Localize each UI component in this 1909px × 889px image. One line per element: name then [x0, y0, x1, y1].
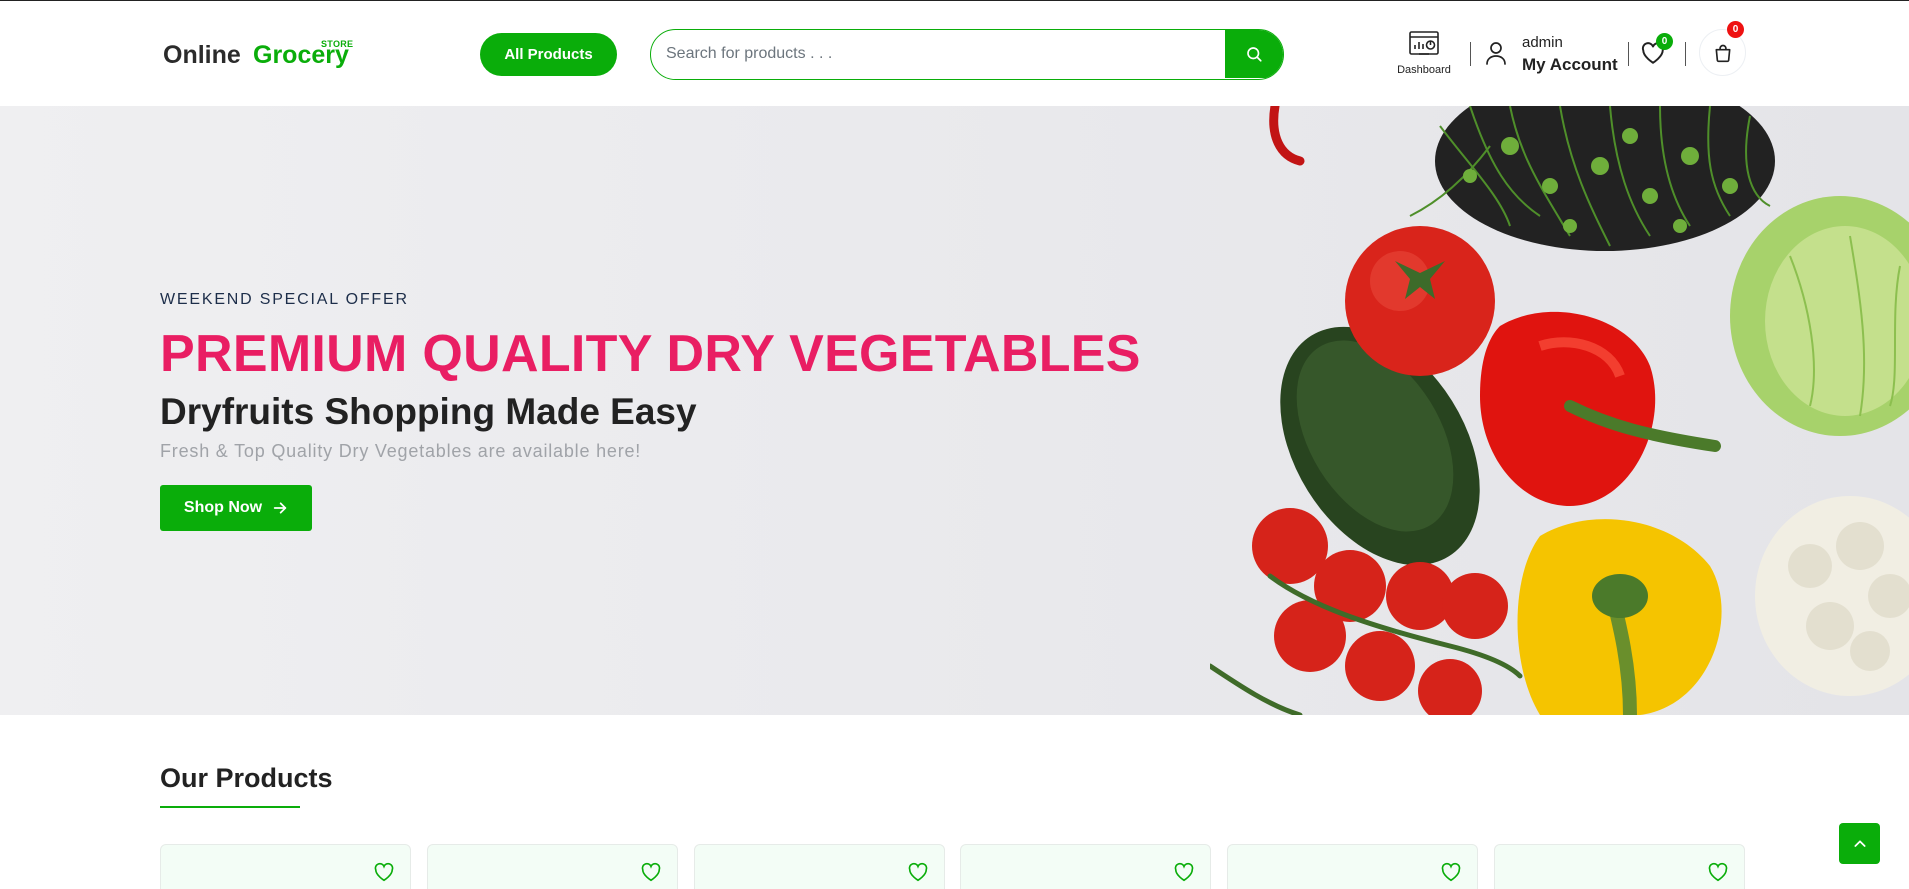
- wishlist-count-badge: 0: [1656, 33, 1673, 50]
- heart-icon[interactable]: [1440, 861, 1462, 883]
- product-card[interactable]: [694, 844, 945, 889]
- hero-description: Fresh & Top Quality Dry Vegetables are a…: [160, 441, 642, 461]
- hero-vegetables-image: [1210, 106, 1909, 715]
- header-divider: [1685, 42, 1686, 66]
- cart-count-badge: 0: [1727, 21, 1744, 38]
- search-bar: [650, 29, 1284, 80]
- hero-subtitle: Dryfruits Shopping Made Easy: [160, 391, 697, 432]
- dashboard-link[interactable]: Dashboard: [1389, 29, 1459, 77]
- heart-icon[interactable]: [373, 861, 395, 883]
- dashboard-label: Dashboard: [1397, 64, 1451, 76]
- user-icon: [1486, 42, 1506, 65]
- product-card[interactable]: [1227, 844, 1478, 889]
- heart-icon[interactable]: [907, 861, 929, 883]
- shopping-bag-icon: [1715, 44, 1730, 62]
- heart-icon[interactable]: [1707, 861, 1729, 883]
- hero-kicker: WEEKEND SPECIAL OFFER: [160, 291, 409, 308]
- hero-banner: WEEKEND SPECIAL OFFER PREMIUM QUALITY DR…: [0, 106, 1909, 715]
- cart-button[interactable]: 0: [1699, 21, 1746, 76]
- arrow-right-icon: [273, 502, 287, 514]
- wishlist-button[interactable]: 0: [1640, 33, 1673, 69]
- product-card[interactable]: [960, 844, 1211, 889]
- heart-icon[interactable]: [640, 861, 662, 883]
- search-icon: [1247, 47, 1262, 62]
- shop-now-button[interactable]: Shop Now: [160, 485, 312, 531]
- scroll-to-top-button[interactable]: [1839, 823, 1880, 864]
- header-divider: [1470, 42, 1471, 66]
- products-heading: Our Products: [160, 763, 333, 793]
- account-label: My Account: [1522, 55, 1618, 74]
- search-input[interactable]: [651, 30, 1226, 78]
- shop-now-label: Shop Now: [183, 499, 263, 516]
- chevron-up-icon: [1853, 839, 1866, 847]
- account-username: admin: [1522, 34, 1563, 51]
- site-header: Online Grocery STORE All Products Dashbo…: [0, 0, 1909, 106]
- logo-tag-store: STORE: [321, 39, 354, 49]
- product-card[interactable]: [427, 844, 678, 889]
- heart-icon[interactable]: [1173, 861, 1195, 883]
- logo-text-online: Online: [163, 41, 241, 69]
- dashboard-icon: [1409, 31, 1439, 55]
- header-divider: [1628, 42, 1629, 66]
- all-products-button[interactable]: All Products: [480, 33, 617, 76]
- product-card[interactable]: [160, 844, 411, 889]
- product-card[interactable]: [1494, 844, 1745, 889]
- hero-title: PREMIUM QUALITY DRY VEGETABLES: [160, 325, 1141, 383]
- products-heading-underline: [160, 806, 300, 808]
- search-button[interactable]: [1225, 30, 1283, 78]
